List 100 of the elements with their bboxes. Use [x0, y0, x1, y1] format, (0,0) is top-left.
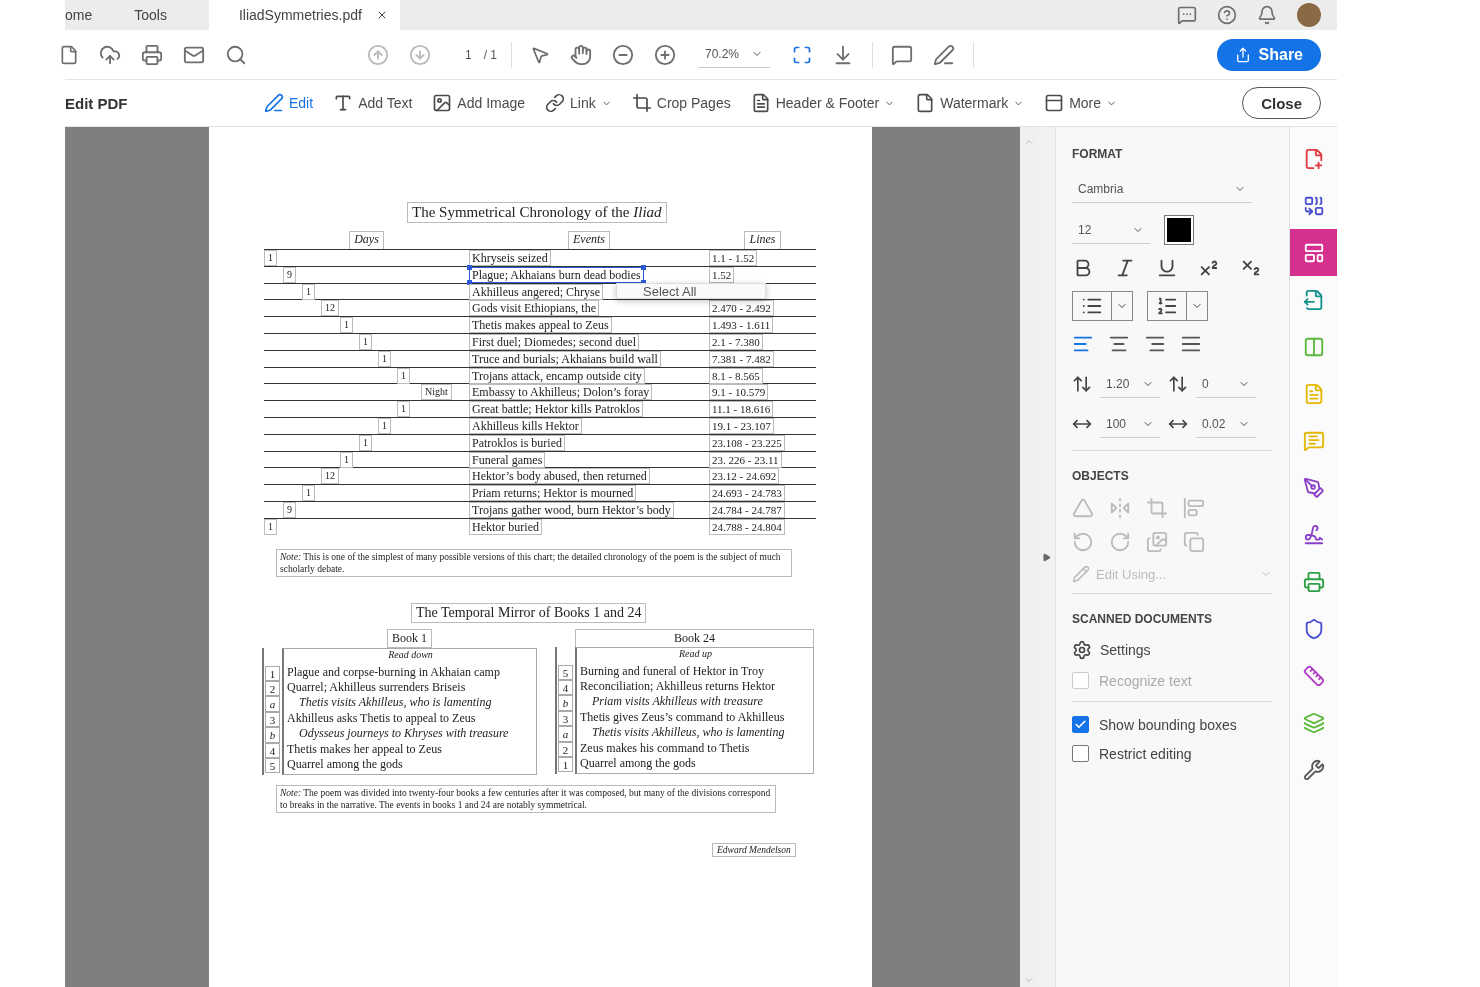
zoom-select[interactable]: 70.2% [698, 41, 771, 68]
lines-cell: 23.12 - 24.692 [709, 468, 780, 485]
tab[interactable]: ome [65, 0, 105, 30]
layout-icon[interactable] [1290, 229, 1337, 276]
upload-icon[interactable] [99, 43, 121, 66]
checkbox-option[interactable]: Restrict editing [1072, 745, 1273, 762]
close-button[interactable]: Close [1242, 87, 1321, 119]
scale-select[interactable]: 100 [1100, 410, 1160, 438]
event-cell: Akhilleus kills Hektor [469, 417, 582, 434]
days-cell: 1 [359, 434, 372, 451]
edit-icon [264, 93, 284, 113]
column-header: Days [349, 231, 384, 249]
avatar[interactable] [1297, 3, 1321, 27]
event-text: Reconciliation; Akhilleus returns Hektor [580, 678, 776, 695]
days-cell: 9 [283, 266, 296, 283]
tool-button[interactable]: Edit [264, 93, 314, 113]
checkbox-option[interactable]: Show bounding boxes [1072, 716, 1273, 733]
chat-icon[interactable] [1177, 5, 1197, 25]
numbered-list-icon [1156, 295, 1178, 317]
comment-icon[interactable] [891, 43, 914, 66]
tool-button[interactable]: Link [545, 93, 612, 113]
item-marker: 1 [265, 665, 280, 682]
hand-icon[interactable] [570, 43, 593, 66]
item-marker: 2 [558, 741, 573, 757]
font-select[interactable]: Cambria [1072, 175, 1252, 203]
item-marker: b [265, 727, 280, 743]
lines-cell: 24.784 - 24.787 [709, 501, 785, 518]
book-heading: Book 24 [575, 628, 814, 647]
lines-cell: 1.493 - 1.611 [709, 317, 774, 334]
event-text: Priam visits Akhilleus with treasure [591, 694, 764, 710]
item-marker: 5 [558, 664, 573, 681]
paragraph-spacing-select[interactable]: 0 [1196, 370, 1256, 398]
printer-icon[interactable] [141, 43, 163, 66]
event-cell: Patroklos is buried [469, 434, 565, 451]
bell-icon[interactable] [1257, 5, 1277, 25]
days-cell: 1 [302, 485, 315, 502]
panel-icon [1044, 93, 1065, 113]
lines-cell: 24.788 - 24.804 [709, 518, 785, 535]
expand-icon[interactable] [1042, 552, 1051, 562]
tool-button[interactable]: More [1044, 93, 1118, 113]
event-text: Plague and corpse-burning in Akhaian camp [287, 664, 501, 680]
event-text: Akhilleus asks Thetis to appeal to Zeus [287, 710, 477, 727]
days-cell: Night [421, 384, 452, 401]
settings-button[interactable]: Settings [1072, 640, 1151, 660]
lines-cell: 23.108 - 23.225 [709, 434, 785, 451]
tool-button[interactable]: Add Image [432, 93, 526, 113]
file-icon[interactable] [59, 44, 79, 65]
lines-cell: 24.693 - 24.783 [709, 485, 785, 502]
tool-button[interactable]: Watermark [915, 93, 1025, 113]
item-marker: 4 [558, 680, 573, 696]
line-spacing-icon [1072, 374, 1092, 394]
pencil-icon [1072, 565, 1090, 583]
character-spacing-select[interactable]: 0.02 [1196, 410, 1256, 438]
checkbox[interactable] [1072, 745, 1089, 762]
paragraph-spacing-icon [1168, 374, 1188, 394]
event-cell: Akhilleus angered; Chryse [469, 283, 603, 300]
event-text: Quarrel among the gods [287, 757, 404, 773]
image-icon [432, 93, 453, 113]
link-icon [545, 93, 566, 113]
color-swatch[interactable] [1164, 215, 1194, 245]
days-cell: 1 [397, 401, 410, 418]
tool-button[interactable]: Crop Pages [631, 93, 731, 113]
share-button[interactable]: Share [1216, 38, 1321, 71]
event-cell: Khryseis seized [469, 250, 551, 266]
days-cell: 1 [264, 250, 277, 266]
event-cell: Trojans attack, encamp outside city [469, 367, 645, 384]
event-cell: Great battle; Hektor kills Patroklos [469, 401, 643, 418]
column-header: Events [568, 231, 610, 249]
line-spacing-select[interactable]: 1.20 [1100, 370, 1160, 398]
tab[interactable]: IliadSymmetries.pdf [208, 0, 400, 30]
lines-cell: 11.1 - 18.616 [709, 401, 774, 418]
lines-cell: 19.1 - 23.107 [709, 417, 774, 434]
menu-item[interactable]: Select All [643, 283, 697, 299]
zoom-out-icon[interactable] [612, 43, 635, 66]
tool-button[interactable]: Header & Footer [750, 93, 896, 113]
lines-cell: 9.1 - 10.579 [709, 384, 769, 401]
underline-icon[interactable] [1156, 257, 1178, 279]
section-title: The Temporal Mirror of Books 1 and 24 [411, 602, 647, 623]
event-text: Thetis gives Zeus’s command to Akhilleus [580, 709, 786, 726]
size-select[interactable]: 12 [1072, 216, 1150, 244]
fit-page-icon[interactable] [792, 44, 813, 65]
search-icon[interactable] [225, 43, 247, 66]
event-cell: Funeral games [469, 451, 546, 468]
item-marker: 5 [265, 758, 280, 774]
lines-cell: 2.1 - 7.380 [709, 334, 763, 350]
tool-button[interactable]: Add Text [333, 93, 413, 113]
checkbox[interactable] [1072, 716, 1089, 733]
event-text: Thetis makes her appeal to Zeus [287, 741, 443, 757]
page-number-field[interactable]: 1 [465, 47, 472, 62]
days-cell: 12 [321, 300, 339, 317]
help-icon[interactable] [1217, 5, 1237, 25]
lines-cell: 1.1 - 1.52 [709, 250, 758, 266]
book-heading: Book 1 [387, 628, 432, 648]
lines-cell: 1.52 [709, 266, 735, 283]
page-total: / 1 [483, 47, 498, 62]
pen-icon[interactable] [933, 43, 956, 66]
event-cell: Gods visit Ethiopians, the [469, 300, 599, 317]
tab[interactable]: Tools [134, 0, 179, 30]
zoom-in-icon[interactable] [654, 43, 677, 66]
crop-icon [631, 93, 652, 113]
